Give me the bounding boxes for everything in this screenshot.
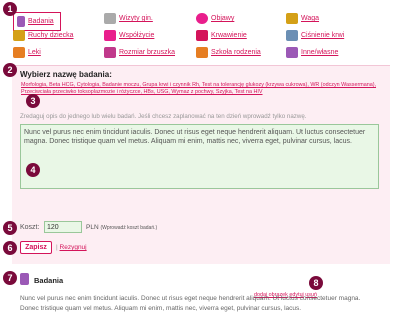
- category-wizyty[interactable]: Wizyty gin.: [104, 13, 153, 24]
- save-button[interactable]: Zapisz: [20, 241, 52, 254]
- belly-icon: [104, 47, 116, 58]
- category-waga[interactable]: Waga: [286, 13, 319, 24]
- category-leki[interactable]: Leki: [13, 47, 41, 58]
- category-objawy[interactable]: Objawy: [196, 13, 234, 24]
- cost-currency: PLN (Wprowadź koszt badań.): [86, 224, 157, 231]
- category-label[interactable]: Wizyty gin.: [119, 15, 153, 22]
- category-label[interactable]: Szkoła rodzenia: [211, 49, 261, 56]
- footprints-icon: [13, 30, 25, 41]
- blood-pressure-icon: [286, 30, 298, 41]
- pills-icon: [13, 47, 25, 58]
- test-name-links[interactable]: Morfologia, Beta HCG, Cytologia, Badanie…: [21, 82, 377, 96]
- flask-icon: [17, 16, 25, 27]
- school-icon: [196, 47, 208, 58]
- cost-hint: (Wprowadź koszt badań.): [100, 225, 158, 231]
- category-label[interactable]: Objawy: [211, 15, 234, 22]
- test-names[interactable]: Morfologia, Beta HCG, Cytologia, Badanie…: [21, 82, 376, 95]
- marker-3: 3: [26, 94, 40, 108]
- category-label[interactable]: Waga: [301, 15, 319, 22]
- marker-2: 2: [3, 63, 17, 77]
- hearts-icon: [104, 30, 116, 41]
- category-cisnienie[interactable]: Ciśnienie krwi: [286, 30, 344, 41]
- doctor-icon: [104, 13, 116, 24]
- blood-drop-icon: [196, 30, 208, 41]
- marker-8: 8: [309, 276, 323, 290]
- flower-icon: [196, 13, 208, 24]
- category-label[interactable]: Rozmiar brzuszka: [119, 49, 175, 56]
- cost-input[interactable]: [44, 221, 82, 233]
- category-badania[interactable]: Badania: [13, 12, 61, 31]
- category-label[interactable]: Krwawienie: [211, 32, 247, 39]
- category-rozmiar-brzuszka[interactable]: Rozmiar brzuszka: [104, 47, 175, 58]
- form-heading: Wybierz nazwę badania:: [20, 70, 112, 79]
- category-label[interactable]: Ciśnienie krwi: [301, 32, 344, 39]
- category-krwawienie[interactable]: Krwawienie: [196, 30, 247, 41]
- marker-1: 1: [3, 2, 17, 16]
- category-label[interactable]: Leki: [28, 49, 41, 56]
- category-label[interactable]: Współżycie: [119, 32, 154, 39]
- entry-text: Nunc vel purus nec enim tincidunt iaculi…: [20, 295, 361, 312]
- category-label[interactable]: Ruchy dziecka: [28, 32, 74, 39]
- marker-6: 6: [3, 241, 17, 255]
- separator: |: [56, 244, 58, 251]
- flask-icon: [20, 273, 29, 285]
- category-ruchy-dziecka[interactable]: Ruchy dziecka: [13, 30, 74, 41]
- form-hint: Zredaguj opis do jednego lub wielu badań…: [20, 113, 307, 120]
- cancel-link[interactable]: Rezygnuj: [60, 244, 87, 251]
- cost-label: Koszt:: [20, 224, 40, 231]
- marker-4: 4: [26, 163, 40, 177]
- category-szkola-rodzenia[interactable]: Szkoła rodzenia: [196, 47, 261, 58]
- entry-title: Badania: [34, 276, 64, 285]
- pencil-icon: [286, 47, 298, 58]
- description-textarea[interactable]: Nunc vel purus nec enim tincidunt iaculi…: [20, 124, 379, 189]
- category-wspolzycie[interactable]: Współżycie: [104, 30, 154, 41]
- currency-label: PLN: [86, 224, 99, 231]
- category-label[interactable]: Badania: [28, 18, 54, 25]
- cancel-group: | Rezygnuj: [56, 244, 87, 251]
- scale-icon: [286, 13, 298, 24]
- marker-7: 7: [3, 271, 17, 285]
- category-inne[interactable]: Inne/własne: [286, 47, 338, 58]
- marker-5: 5: [3, 221, 17, 235]
- category-label[interactable]: Inne/własne: [301, 49, 338, 56]
